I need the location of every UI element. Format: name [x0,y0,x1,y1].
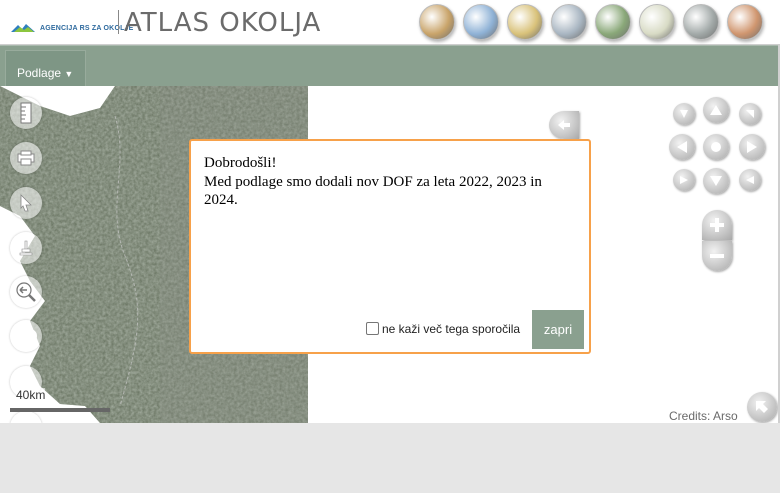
tool-legend[interactable] [10,232,42,264]
map-credits: Credits: Arso [669,409,738,423]
chevron-down-icon: ▼ [64,69,74,79]
zoom-out-button[interactable] [702,241,732,271]
arrow-southeast-icon [746,176,754,184]
arrow-left-icon [677,141,687,153]
footer [0,423,780,493]
pan-southeast-button[interactable] [739,169,761,191]
theme-fields-icon[interactable] [507,4,543,40]
tool-zoom-extent[interactable] [10,276,42,308]
arrow-right-icon [747,141,757,153]
pan-west-button[interactable] [669,134,695,160]
zoom-back-icon [16,282,36,302]
header: AGENCIJA RS ZA OKOLJE ATLAS OKOLJA [0,0,780,45]
arrow-northwest-icon [756,401,768,413]
theme-water-icon[interactable] [551,4,587,40]
plus-icon [710,218,724,232]
tool-print[interactable] [10,142,42,174]
basemap-label: Podlage [17,66,62,80]
compare-icon [15,329,37,343]
agency-name: AGENCIJA RS ZA OKOLJE [40,24,134,32]
dont-show-again-label[interactable]: ne kaži več tega sporočila [382,322,520,336]
tool-compare[interactable] [10,320,42,352]
pan-center-button[interactable] [703,134,729,160]
theme-lake-icon[interactable] [683,4,719,40]
pan-northeast-button[interactable] [739,103,761,125]
pointer-icon [20,194,32,212]
collapse-panel-button[interactable] [549,111,579,139]
legend-icon [19,240,33,256]
arrow-down-icon [710,176,722,186]
arrow-northwest-icon [680,110,688,118]
dialog-title: Dobrodošli! [204,155,277,171]
theme-nature-icon[interactable] [595,4,631,40]
arrow-left-icon [558,120,570,130]
arrow-southwest-icon [680,176,688,184]
logo-separator [118,10,119,34]
pan-southwest-button[interactable] [673,169,695,191]
arrow-up-icon [710,105,722,115]
arrow-northeast-icon [746,110,754,118]
tool-ruler[interactable] [10,97,42,129]
basemap-dropdown[interactable]: Podlage ▼ [5,50,86,89]
print-icon [17,150,35,166]
scale-label: 40km [16,388,46,402]
overview-map-button[interactable] [747,392,777,422]
agency-logo[interactable]: AGENCIJA RS ZA OKOLJE [10,20,134,36]
theme-air-icon[interactable] [463,4,499,40]
welcome-dialog: Dobrodošli! Med podlage smo dodali nov D… [189,139,591,354]
theme-person-icon[interactable] [727,4,763,40]
pan-east-button[interactable] [739,134,765,160]
zoom-in-button[interactable] [702,210,732,240]
minus-icon [710,254,724,258]
pan-south-button[interactable] [703,168,729,194]
app-title[interactable]: ATLAS OKOLJA [124,8,321,38]
dialog-message: Med podlage smo dodali nov DOF za leta 2… [204,174,542,208]
close-dialog-button[interactable]: zapri [532,310,584,349]
theme-map-icon[interactable] [419,4,455,40]
ruler-icon [20,102,32,124]
pan-north-button[interactable] [703,97,729,123]
dont-show-again-checkbox[interactable] [366,322,379,335]
center-icon [711,142,721,152]
theme-flower-icon[interactable] [639,4,675,40]
scale-bar [10,408,110,412]
pan-northwest-button[interactable] [673,103,695,125]
toolbar: Podlage ▼ [0,45,778,89]
agency-logo-icon [11,24,35,32]
tool-identify[interactable] [10,187,42,219]
